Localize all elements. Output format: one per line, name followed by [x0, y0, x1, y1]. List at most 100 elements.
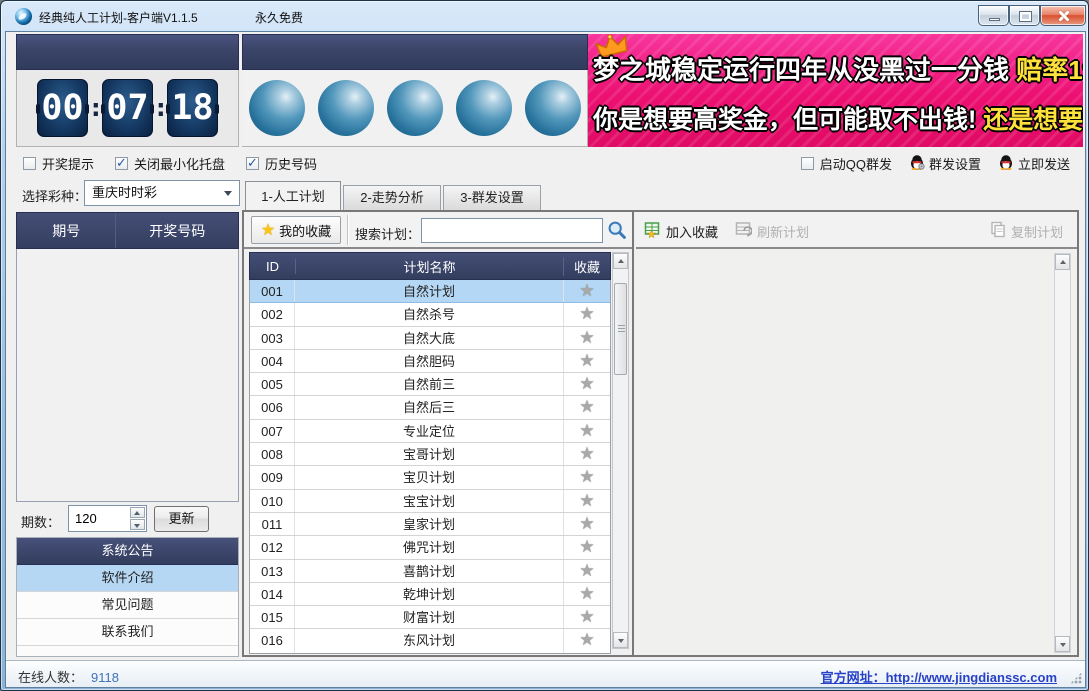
plan-row[interactable]: 003自然大底 [250, 327, 610, 350]
official-website-link[interactable]: 官方网址：http://www.jingdianssc.com [821, 667, 1057, 686]
spinner-up-button[interactable] [130, 507, 145, 518]
svg-text:★: ★ [647, 230, 656, 239]
group-send-settings-label: 群发设置 [929, 154, 981, 173]
scroll-down-button[interactable] [1055, 636, 1070, 652]
tab-group-send-settings[interactable]: 3-群发设置 [443, 185, 541, 210]
favorite-star-icon[interactable] [564, 583, 610, 605]
menu-system-notice[interactable]: 系统公告 [17, 538, 238, 565]
search-input[interactable] [421, 218, 603, 243]
plan-name: 专业定位 [295, 420, 564, 442]
scroll-up-button[interactable] [1055, 254, 1070, 270]
checkbox-icon[interactable] [23, 157, 36, 170]
plan-row[interactable]: 016东风计划 [250, 629, 610, 652]
plan-row[interactable]: 006自然后三 [250, 396, 610, 419]
history-table-body[interactable] [16, 249, 239, 502]
plan-row[interactable]: 011皇家计划 [250, 513, 610, 536]
favorite-star-icon[interactable] [564, 303, 610, 325]
plan-row[interactable]: 013喜鹊计划 [250, 560, 610, 583]
favorite-star-icon[interactable] [564, 350, 610, 372]
plan-id: 004 [250, 350, 295, 372]
favorite-star-icon[interactable] [564, 536, 610, 558]
history-header-numbers: 开奖号码 [116, 213, 238, 248]
periods-label: 期数： [21, 512, 60, 531]
plan-row[interactable]: 014乾坤计划 [250, 583, 610, 606]
plan-row[interactable]: 009宝贝计划 [250, 466, 610, 489]
plan-name: 喜鹊计划 [295, 560, 564, 582]
plan-row[interactable]: 001自然计划 [250, 280, 610, 303]
maximize-button[interactable] [1009, 5, 1040, 26]
plan-name: 宝哥计划 [295, 443, 564, 465]
plan-row[interactable]: 005自然前三 [250, 373, 610, 396]
plan-id: 015 [250, 606, 295, 628]
favorite-star-icon[interactable] [564, 560, 610, 582]
tab-manual-plan[interactable]: 1-人工计划 [245, 181, 341, 210]
plan-name: 佛咒计划 [295, 536, 564, 558]
lottery-type-dropdown[interactable]: 重庆时时彩 [84, 180, 240, 206]
checkbox-close-minimize-to-tray[interactable]: 关闭最小化托盘 [115, 154, 225, 173]
plan-row[interactable]: 002自然杀号 [250, 303, 610, 326]
periods-input[interactable] [69, 506, 129, 531]
sidebar-menu: 系统公告软件介绍常见问题联系我们 [16, 537, 239, 657]
checkbox-icon[interactable] [801, 157, 814, 170]
favorite-star-icon[interactable] [564, 490, 610, 512]
scroll-down-button[interactable] [613, 632, 628, 648]
add-favorite-label: 加入收藏 [666, 222, 718, 241]
plan-name: 自然后三 [295, 396, 564, 418]
minimize-icon [989, 18, 1000, 21]
my-favorites-button[interactable]: 我的收藏 [251, 216, 341, 244]
clock-colon [91, 96, 99, 120]
spinner-down-button[interactable] [130, 519, 145, 530]
favorite-star-icon[interactable] [564, 396, 610, 418]
plan-row[interactable]: 004自然胆码 [250, 350, 610, 373]
options-group-left: 开奖提示 关闭最小化托盘 历史号码 [23, 154, 317, 173]
checkbox-launch-qq-group-send[interactable]: 启动QQ群发 [801, 154, 892, 173]
scroll-up-button[interactable] [613, 253, 628, 269]
plan-row[interactable]: 015财富计划 [250, 606, 610, 629]
favorite-star-icon[interactable] [564, 443, 610, 465]
favorite-star-icon[interactable] [564, 513, 610, 535]
checkbox-history-numbers[interactable]: 历史号码 [246, 154, 317, 173]
favorite-star-icon[interactable] [564, 327, 610, 349]
detail-scrollbar[interactable] [1054, 253, 1071, 653]
update-button[interactable]: 更新 [154, 506, 209, 532]
plan-row[interactable]: 008宝哥计划 [250, 443, 610, 466]
favorite-star-icon[interactable] [564, 280, 610, 302]
tab-trend-analysis[interactable]: 2-走势分析 [343, 185, 441, 210]
plan-detail-toolbar: ★ 加入收藏 刷新计划 复制计划 [636, 212, 1077, 249]
refresh-plan-button[interactable]: 刷新计划 [735, 221, 809, 241]
search-icon[interactable] [607, 220, 627, 240]
close-button[interactable] [1040, 5, 1086, 26]
plan-row[interactable]: 010宝宝计划 [250, 490, 610, 513]
menu-contact-us[interactable]: 联系我们 [17, 619, 238, 646]
plan-row[interactable]: 007专业定位 [250, 420, 610, 443]
favorite-star-icon[interactable] [564, 629, 610, 652]
favorite-star-icon[interactable] [564, 606, 610, 628]
lottery-ball-icon [249, 80, 305, 136]
checkbox-icon[interactable] [115, 157, 128, 170]
minimize-button[interactable] [978, 5, 1009, 26]
favorite-star-icon[interactable] [564, 466, 610, 488]
window-title: 经典纯人工计划-客户端V1.1.5 [39, 9, 198, 26]
scrollbar-thumb[interactable] [614, 283, 627, 375]
ad-banner[interactable]: 梦之城稳定运行四年从没黑过一分钱 赔率1950 时时彩 你是想要高奖金，但可能取… [588, 34, 1083, 147]
add-favorite-button[interactable]: ★ 加入收藏 [644, 221, 718, 241]
countdown-panel-header [16, 34, 239, 70]
menu-software-intro[interactable]: 软件介绍 [17, 565, 238, 592]
qq-penguin-icon [998, 154, 1014, 173]
plan-row[interactable]: 012佛咒计划 [250, 536, 610, 559]
column-header-name: 计划名称 [296, 257, 564, 276]
titlebar[interactable]: 经典纯人工计划-客户端V1.1.5 永久免费 [1, 1, 1088, 31]
favorite-star-icon[interactable] [564, 420, 610, 442]
favorite-star-icon[interactable] [564, 373, 610, 395]
my-favorites-label: 我的收藏 [279, 221, 331, 240]
history-header-period: 期号 [17, 213, 116, 248]
resize-grip[interactable] [1070, 672, 1082, 684]
plan-list-scrollbar[interactable] [612, 252, 629, 649]
copy-plan-button[interactable]: 复制计划 [990, 221, 1063, 241]
menu-faq[interactable]: 常见问题 [17, 592, 238, 619]
checkbox-draw-alert[interactable]: 开奖提示 [23, 154, 94, 173]
send-now-button[interactable]: 立即发送 [998, 154, 1070, 173]
plan-id: 002 [250, 303, 295, 325]
checkbox-icon[interactable] [246, 157, 259, 170]
group-send-settings-button[interactable]: 群发设置 [909, 154, 981, 173]
